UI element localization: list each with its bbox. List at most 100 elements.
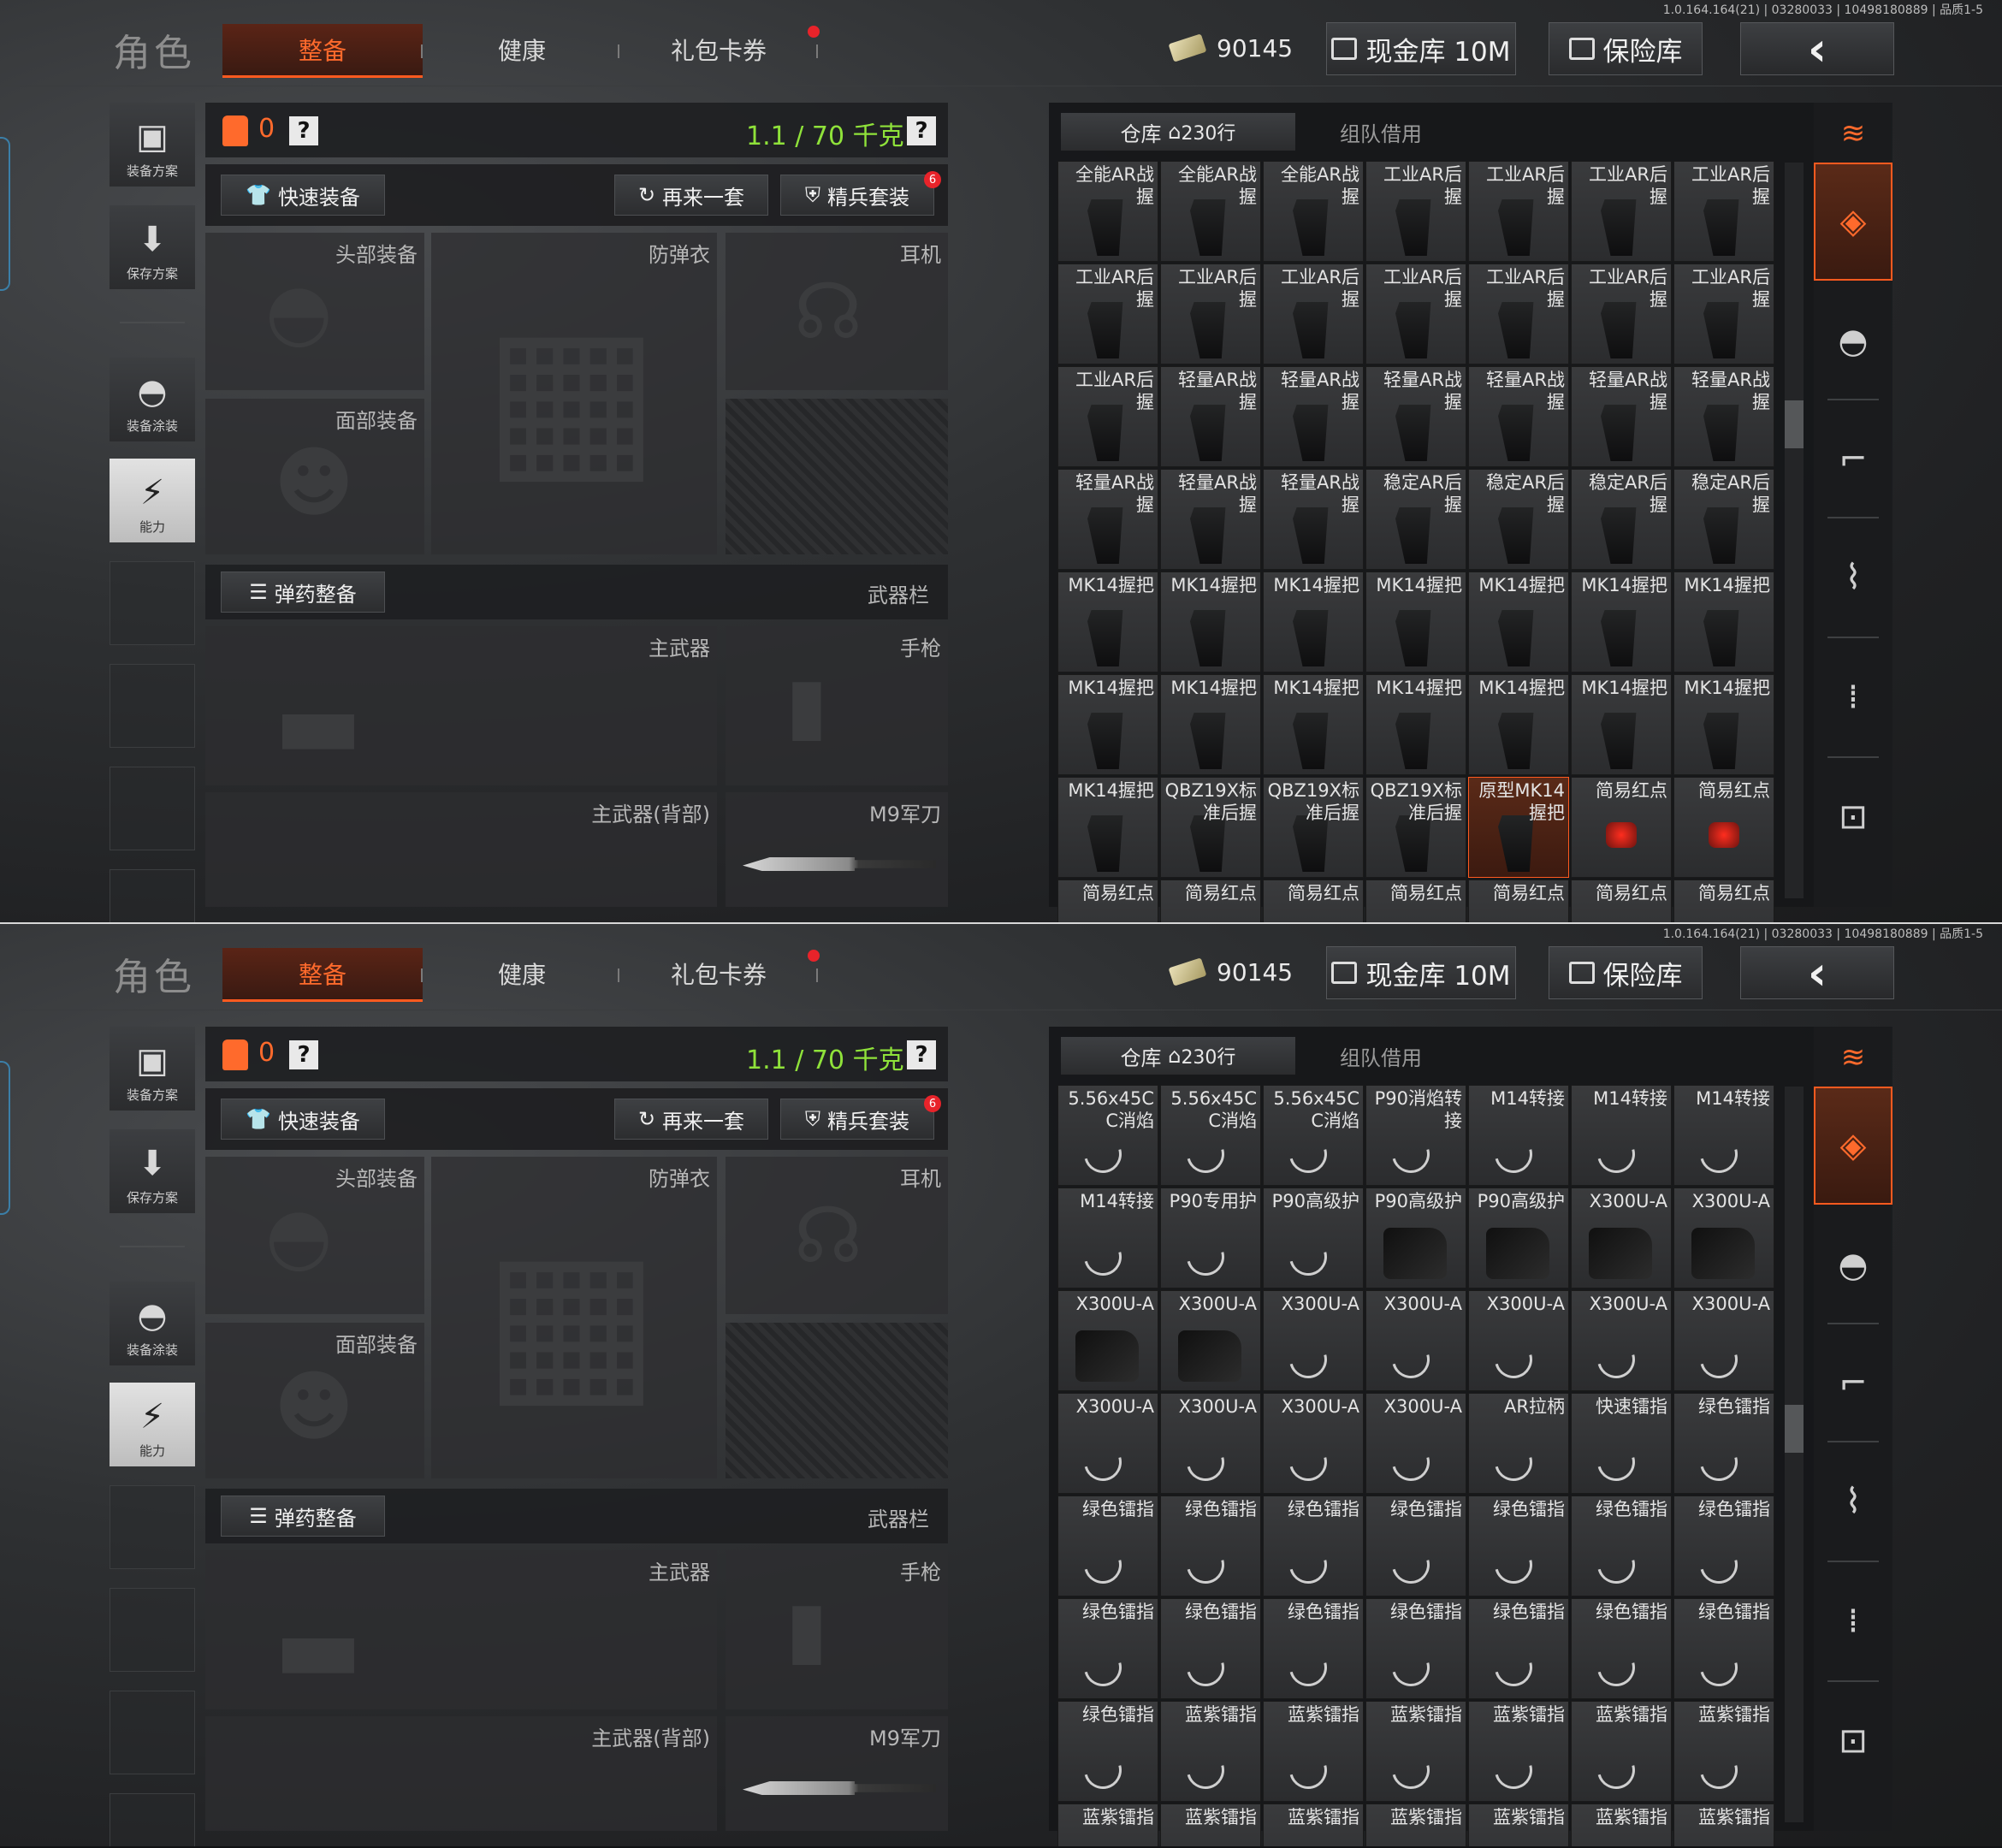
item-cell[interactable]: MK14握把: [1057, 572, 1158, 672]
item-cell[interactable]: 绿色镭指: [1571, 1496, 1672, 1596]
item-cell[interactable]: P90消焰转接: [1365, 1085, 1466, 1186]
cash-storage-button[interactable]: 现金库 10M: [1326, 946, 1516, 999]
item-cell[interactable]: MK14握把: [1571, 674, 1672, 775]
item-cell[interactable]: AR拉柄: [1468, 1393, 1569, 1494]
quick-equip-button[interactable]: 👕 快速装备: [221, 1099, 385, 1140]
item-cell[interactable]: 稳定AR后握: [1571, 469, 1672, 570]
item-cell[interactable]: 工业AR后握: [1468, 161, 1569, 262]
ear-slot[interactable]: 耳机 ☊: [726, 1157, 948, 1314]
item-cell[interactable]: 全能AR战握: [1057, 161, 1158, 262]
item-cell[interactable]: MK14握把: [1365, 674, 1466, 775]
item-cell[interactable]: MK14握把: [1160, 572, 1261, 672]
category-helmet-icon[interactable]: ◓: [1814, 282, 1892, 400]
item-cell[interactable]: 稳定AR后握: [1365, 469, 1466, 570]
item-cell[interactable]: X300U-A: [1057, 1290, 1158, 1391]
item-cell[interactable]: M14转接: [1057, 1188, 1158, 1288]
item-cell[interactable]: 工业AR后握: [1160, 264, 1261, 364]
item-cell[interactable]: 工业AR后握: [1673, 264, 1774, 364]
tab-team-borrow[interactable]: 组队借用: [1302, 1037, 1460, 1075]
paint-button[interactable]: ◓ 装备涂装: [110, 1282, 195, 1365]
item-cell[interactable]: 简易红点: [1571, 880, 1672, 922]
tab-prepare[interactable]: 整备: [222, 948, 423, 1002]
tab-prepare[interactable]: 整备: [222, 24, 423, 78]
item-cell[interactable]: QBZ19X标准后握: [1160, 777, 1261, 878]
item-cell[interactable]: 绿色镭指: [1057, 1701, 1158, 1802]
item-cell[interactable]: 绿色镭指: [1468, 1598, 1569, 1699]
item-cell[interactable]: P90专用护: [1160, 1188, 1261, 1288]
item-cell[interactable]: 工业AR后握: [1571, 161, 1672, 262]
save-plan-button[interactable]: ⬇ 保存方案: [110, 1129, 195, 1213]
item-cell[interactable]: 蓝紫镭指: [1263, 1701, 1364, 1802]
item-cell[interactable]: 轻量AR战握: [1263, 469, 1364, 570]
tab-health[interactable]: 健康: [436, 24, 607, 75]
safe-button[interactable]: 保险库: [1549, 22, 1703, 75]
item-cell[interactable]: 蓝紫镭指: [1160, 1804, 1261, 1846]
left-edge-tab[interactable]: [0, 137, 10, 291]
item-cell[interactable]: 原型MK14握把: [1468, 777, 1569, 878]
head-slot[interactable]: 头部装备 ◓: [205, 233, 424, 390]
item-cell[interactable]: X300U-A: [1468, 1290, 1569, 1391]
back-button[interactable]: ‹: [1740, 946, 1894, 1000]
category-all-icon[interactable]: ◈: [1814, 163, 1892, 281]
item-cell[interactable]: 5.56x45CC消焰: [1160, 1085, 1261, 1186]
pistol-slot[interactable]: 手枪 ▮: [726, 626, 948, 785]
category-magazine-icon[interactable]: ⌇: [1814, 518, 1892, 637]
item-cell[interactable]: 绿色镭指: [1365, 1598, 1466, 1699]
item-cell[interactable]: MK14握把: [1468, 674, 1569, 775]
item-cell[interactable]: M14转接: [1468, 1085, 1569, 1186]
item-cell[interactable]: MK14握把: [1263, 674, 1364, 775]
category-helmet-icon[interactable]: ◓: [1814, 1206, 1892, 1324]
item-cell[interactable]: 轻量AR战握: [1571, 366, 1672, 467]
item-cell[interactable]: 简易红点: [1571, 777, 1672, 878]
item-cell[interactable]: 蓝紫镭指: [1263, 1804, 1364, 1846]
item-cell[interactable]: 绿色镭指: [1263, 1496, 1364, 1596]
tab-gift[interactable]: 礼包卡券: [633, 948, 804, 999]
item-cell[interactable]: 工业AR后握: [1263, 264, 1364, 364]
item-cell[interactable]: 轻量AR战握: [1160, 366, 1261, 467]
item-cell[interactable]: 蓝紫镭指: [1673, 1701, 1774, 1802]
grid-scrollbar[interactable]: [1785, 163, 1804, 898]
safe-button[interactable]: 保险库: [1549, 946, 1703, 999]
loadout-plan-button[interactable]: ▣ 装备方案: [110, 1027, 195, 1111]
item-cell[interactable]: 蓝紫镭指: [1468, 1701, 1569, 1802]
item-cell[interactable]: 轻量AR战握: [1160, 469, 1261, 570]
cash-storage-button[interactable]: 现金库 10M: [1326, 22, 1516, 75]
item-cell[interactable]: 蓝紫镭指: [1673, 1804, 1774, 1846]
item-cell[interactable]: 绿色镭指: [1160, 1598, 1261, 1699]
face-slot[interactable]: 面部装备 ☻: [205, 1323, 424, 1478]
face-slot[interactable]: 面部装备 ☻: [205, 399, 424, 554]
again-button[interactable]: ↻ 再来一套: [614, 1099, 768, 1140]
left-edge-tab[interactable]: [0, 1061, 10, 1215]
item-cell[interactable]: M14转接: [1673, 1085, 1774, 1186]
item-cell[interactable]: 蓝紫镭指: [1160, 1701, 1261, 1802]
item-cell[interactable]: X300U-A: [1571, 1290, 1672, 1391]
again-button[interactable]: ↻ 再来一套: [614, 175, 768, 216]
item-cell[interactable]: 蓝紫镭指: [1365, 1804, 1466, 1846]
item-cell[interactable]: X300U-A: [1571, 1188, 1672, 1288]
item-cell[interactable]: 工业AR后握: [1673, 161, 1774, 262]
item-cell[interactable]: 蓝紫镭指: [1365, 1701, 1466, 1802]
item-cell[interactable]: 简易红点: [1263, 880, 1364, 922]
vest-slot[interactable]: 防弹衣 ▦: [431, 233, 717, 554]
item-cell[interactable]: 轻量AR战握: [1468, 366, 1569, 467]
item-cell[interactable]: X300U-A: [1160, 1393, 1261, 1494]
item-cell[interactable]: 蓝紫镭指: [1571, 1804, 1672, 1846]
help-icon[interactable]: ?: [289, 116, 318, 145]
item-cell[interactable]: 简易红点: [1468, 880, 1569, 922]
item-cell[interactable]: 稳定AR后握: [1673, 469, 1774, 570]
item-cell[interactable]: MK14握把: [1057, 777, 1158, 878]
category-rifle-icon[interactable]: ⌐: [1814, 1324, 1892, 1442]
item-cell[interactable]: 工业AR后握: [1057, 366, 1158, 467]
item-cell[interactable]: 蓝紫镭指: [1057, 1804, 1158, 1846]
help-icon[interactable]: ?: [289, 1040, 318, 1069]
item-cell[interactable]: P90高级护: [1263, 1188, 1364, 1288]
item-cell[interactable]: MK14握把: [1468, 572, 1569, 672]
primary-weapon-slot[interactable]: 主武器 ▬: [205, 626, 717, 785]
item-cell[interactable]: 绿色镭指: [1468, 1496, 1569, 1596]
tab-gift[interactable]: 礼包卡券: [633, 24, 804, 75]
pistol-slot[interactable]: 手枪 ▮: [726, 1550, 948, 1709]
item-cell[interactable]: MK14握把: [1057, 674, 1158, 775]
item-cell[interactable]: X300U-A: [1057, 1393, 1158, 1494]
back-button[interactable]: ‹: [1740, 22, 1894, 76]
category-ammo-icon[interactable]: ⁞: [1814, 1562, 1892, 1680]
